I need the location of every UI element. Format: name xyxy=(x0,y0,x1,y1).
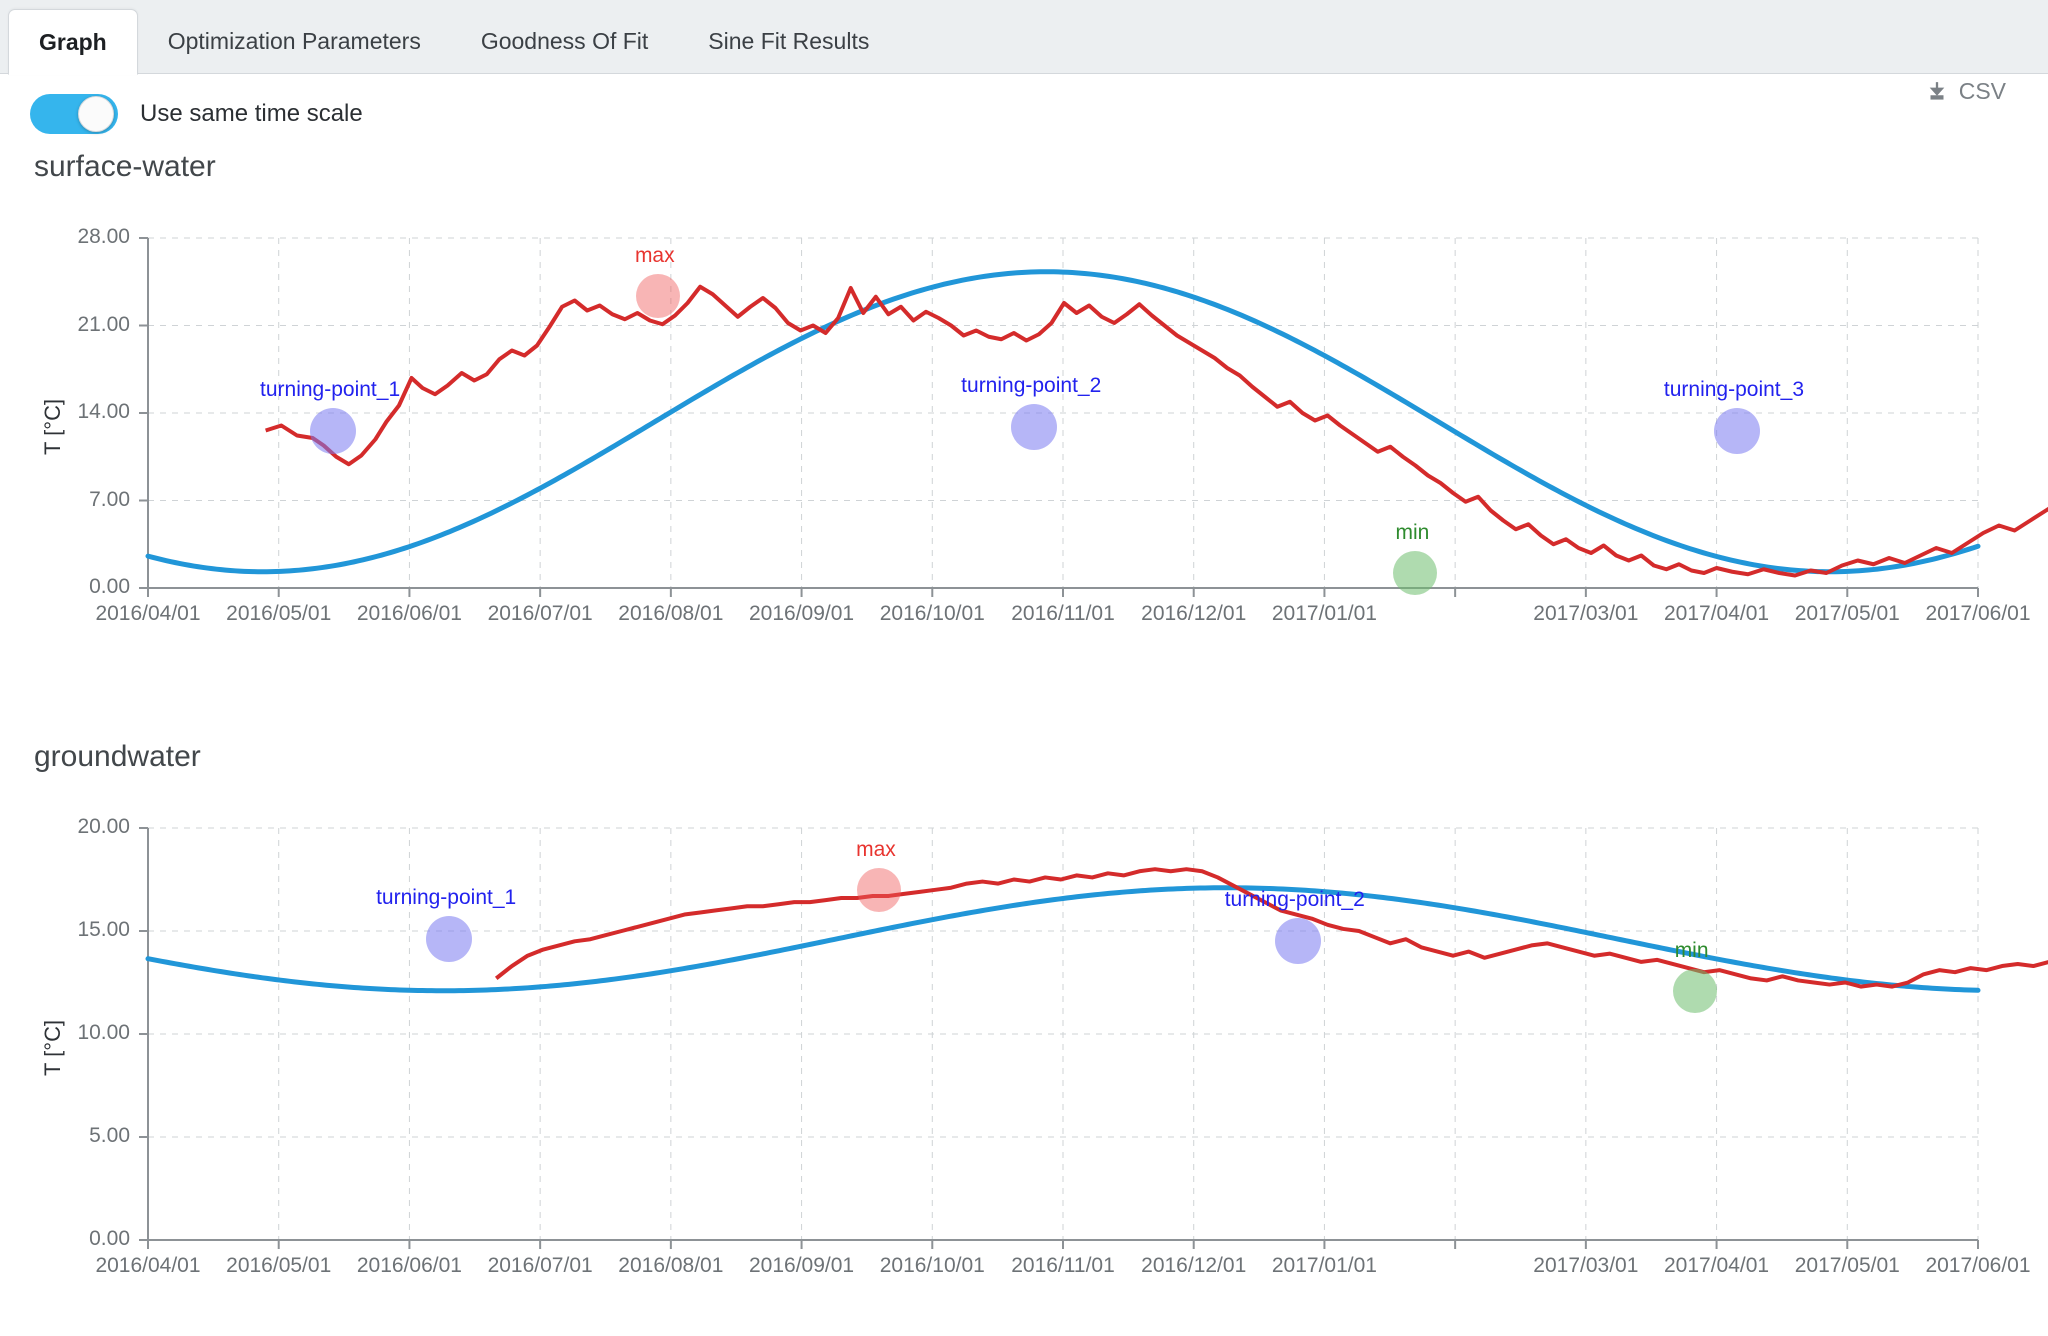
chart-block-surface-water: surface-water T [°C] 0.00 7.00 14.00 21.00 28… xyxy=(0,150,2048,710)
tab-goodness-of-fit[interactable]: Goodness Of Fit xyxy=(451,8,678,74)
download-icon xyxy=(1924,79,1950,105)
tab-sine-fit-results[interactable]: Sine Fit Results xyxy=(678,8,899,74)
marker-turning-point_3[interactable] xyxy=(1713,407,1760,454)
tab-optimization-parameters[interactable]: Optimization Parameters xyxy=(138,8,451,74)
same-time-scale-label: Use same time scale xyxy=(140,100,363,127)
plot-groundwater: T [°C] 0.00 5.00 10.00 15.00 20.00 2016/04/01 2… xyxy=(0,790,2048,1280)
annotation-label-turning-point_2: turning-point_2 xyxy=(1224,888,1365,912)
same-time-scale-toggle-group: Use same time scale xyxy=(30,94,363,134)
y-tick-label: 15.00 xyxy=(77,918,130,941)
tab-optimization-parameters-label: Optimization Parameters xyxy=(167,27,421,54)
tab-graph[interactable]: Graph xyxy=(8,9,138,75)
x-tick-label: 2017/06/01 xyxy=(1925,602,2031,625)
y-tick-label: 28.00 xyxy=(77,225,130,248)
y-tick-label: 5.00 xyxy=(89,1124,130,1147)
toggle-knob xyxy=(78,96,114,132)
tab-goodness-of-fit-label: Goodness Of Fit xyxy=(480,27,649,54)
marker-turning-point_2[interactable] xyxy=(1011,403,1058,450)
tab-graph-label: Graph xyxy=(39,28,107,55)
tab-list: Graph Optimization Parameters Goodness O… xyxy=(8,8,899,75)
annotation-label-max: max xyxy=(634,243,675,267)
annotation-label-turning-point_1: turning-point_1 xyxy=(260,377,401,401)
chart-title-groundwater: groundwater xyxy=(34,740,201,773)
chart-canvas xyxy=(139,827,2048,1249)
y-tick-label: 7.00 xyxy=(89,487,130,511)
tab-bar: Graph Optimization Parameters Goodness O… xyxy=(0,0,2048,75)
app-root: Graph Optimization Parameters Goodness O… xyxy=(0,0,2048,1336)
x-tick-label: 2017/01/01 xyxy=(1271,1254,1377,1277)
y-tick-label: 21.00 xyxy=(77,312,130,336)
measured-temperature-line xyxy=(265,284,2048,578)
marker-min[interactable] xyxy=(1672,968,1717,1013)
y-tick-label: 14.00 xyxy=(77,400,130,423)
y-tick-label: 20.00 xyxy=(77,815,130,838)
annotation-label-min: min xyxy=(1395,521,1430,544)
y-tick-label: 10.00 xyxy=(77,1021,130,1044)
csv-label: CSV xyxy=(1958,78,2006,104)
marker-turning-point_2[interactable] xyxy=(1274,918,1321,965)
annotation-label-max: max xyxy=(856,837,896,861)
x-tick-label: 2017/06/01 xyxy=(1925,1254,2031,1277)
x-tick-label: 2017/01/01 xyxy=(1271,602,1377,625)
annotation-label-min: min xyxy=(1674,938,1709,962)
y-tick-label: 0.00 xyxy=(89,1227,130,1250)
marker-max[interactable] xyxy=(856,867,901,912)
same-time-scale-toggle[interactable] xyxy=(30,94,118,134)
annotation-label-turning-point_2: turning-point_2 xyxy=(961,373,1102,397)
chart-block-groundwater: groundwater T [°C] 0.00 5.00 10.00 15.00 20.0… xyxy=(0,740,2048,1320)
annotation-label-turning-point_3: turning-point_3 xyxy=(1663,377,1805,401)
annotation-label-turning-point_1: turning-point_1 xyxy=(376,886,517,910)
tab-sine-fit-results-label: Sine Fit Results xyxy=(708,27,870,54)
plot-surface-water: T [°C] 0.00 7.00 14.00 21.00 28.00 2016/04/01 2… xyxy=(0,200,2048,680)
chart-title-surface-water: surface-water xyxy=(34,150,216,183)
csv-download-button[interactable]: CSV xyxy=(1924,78,2006,105)
marker-turning-point_1[interactable] xyxy=(310,407,357,454)
marker-max[interactable] xyxy=(635,273,680,318)
y-tick-label: 0.00 xyxy=(89,575,130,598)
toolbar: Use same time scale xyxy=(0,74,2048,146)
